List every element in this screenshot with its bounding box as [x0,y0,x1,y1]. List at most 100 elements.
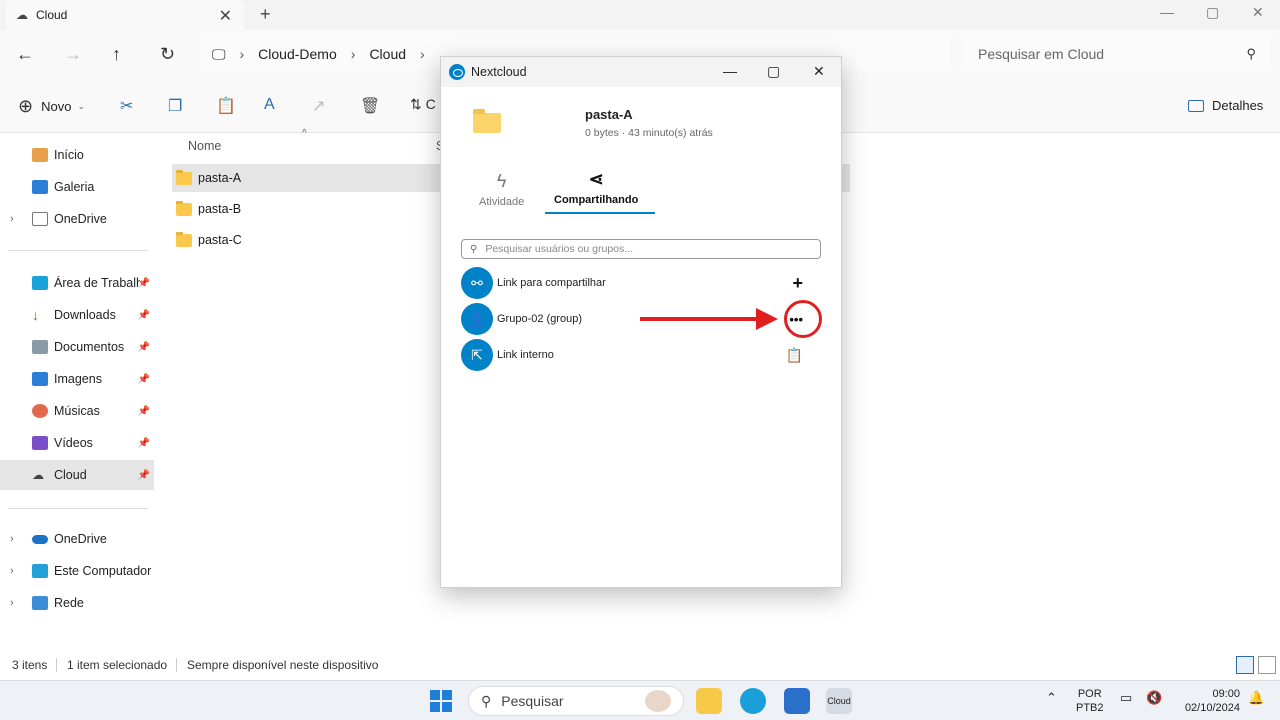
navigation-pane: Início Galeria › OneDrive Área de Trabal… [0,134,156,654]
sidebar-item-music[interactable]: Músicas 📌 [0,396,154,426]
tab-sharing[interactable]: ⋖ Compartilhando [554,169,638,206]
sidebar-item-gallery[interactable]: Galeria [0,172,154,202]
sidebar-item-this-pc[interactable]: › Este Computador [0,556,154,586]
sidebar-item-label: Início [54,148,84,162]
folder-icon [473,109,501,133]
divider [176,658,177,672]
add-link-button[interactable]: + [792,273,803,294]
breadcrumb-item[interactable]: Cloud-Demo [258,46,337,62]
sidebar-item-desktop[interactable]: Área de Trabalho 📌 [0,268,154,298]
sidebar-item-home[interactable]: Início [0,140,154,170]
maximize-button[interactable]: ▢ [1206,4,1219,21]
lightning-icon: ϟ [496,171,507,191]
notification-bell-icon[interactable]: 🔔 [1248,691,1264,705]
search-input[interactable]: Pesquisar em Cloud ⚲ [964,38,1270,70]
details-pane-icon [1188,99,1204,112]
edge-browser-icon[interactable] [740,688,766,714]
minimize-button[interactable]: — [1160,4,1174,20]
share-link-row[interactable]: ⚯ Link para compartilhar + [461,267,821,299]
refresh-icon[interactable]: ↻ [160,44,175,65]
back-arrow-icon[interactable]: ← [16,44,34,65]
details-view-icon[interactable] [1236,656,1254,674]
gallery-icon [32,180,48,194]
file-explorer-icon[interactable] [696,688,722,714]
forward-arrow-icon[interactable]: → [64,44,82,65]
file-name: pasta-A [198,171,242,185]
pin-icon: 📌 [137,277,150,289]
details-button[interactable]: Detalhes [1188,98,1263,113]
cloud-app-icon[interactable]: Cloud [826,688,852,714]
tiles-view-icon[interactable] [1258,656,1276,674]
rename-icon[interactable]: A [264,96,275,114]
sidebar-item-cloud[interactable]: ☁ Cloud 📌 [0,460,154,490]
maximize-button[interactable]: ▢ [767,63,780,80]
cloud-app-label: Cloud [827,696,851,706]
internal-link-row[interactable]: ⇱ Link interno 📋 [461,339,821,371]
network-icon [32,596,48,610]
pin-icon: 📌 [137,469,150,481]
share-label: Grupo-02 (group) [497,313,582,325]
windows-start-icon[interactable] [430,690,452,712]
store-icon[interactable] [784,688,810,714]
sort-label: C [425,96,436,112]
sidebar-item-onedrive-personal[interactable]: › OneDrive [0,204,154,234]
chevron-right-icon[interactable]: › [10,533,14,545]
sidebar-item-pictures[interactable]: Imagens 📌 [0,364,154,394]
search-icon: ⚲ [1246,46,1256,61]
cut-icon[interactable]: ✂ [120,96,133,116]
paste-icon[interactable]: 📋 [216,96,236,116]
chevron-up-icon[interactable]: ⌃ [1046,691,1057,705]
link-icon: ⚯ [461,267,493,299]
sidebar-item-onedrive[interactable]: › OneDrive [0,524,154,554]
plus-icon: ⊕ [18,96,34,116]
availability-status: Sempre disponível neste dispositivo [187,658,379,672]
chevron-right-icon[interactable]: › [10,213,14,225]
minimize-button[interactable]: — [723,63,737,79]
chevron-right-icon[interactable]: › [10,565,14,577]
annotation-arrow-head [756,308,778,330]
sidebar-item-videos[interactable]: Vídeos 📌 [0,428,154,458]
sidebar-item-network[interactable]: › Rede [0,588,154,618]
breadcrumb-item[interactable]: Cloud [369,46,406,62]
close-window-button[interactable]: ✕ [1252,4,1264,21]
share-search-input[interactable]: ⚲ Pesquisar usuários ou grupos... [461,239,821,259]
sort-button[interactable]: ⇅ C [410,96,436,113]
sidebar-item-documents[interactable]: Documentos 📌 [0,332,154,362]
new-tab-button[interactable]: + [260,4,271,25]
details-label: Detalhes [1212,98,1264,113]
volume-muted-icon[interactable]: 🔇 [1146,691,1162,705]
divider [56,658,57,672]
sidebar-item-label: Este Computador [54,564,152,578]
network-icon[interactable]: ▭ [1120,691,1132,705]
search-icon: ⚲ [470,243,478,255]
pin-icon: 📌 [137,309,150,321]
group-icon: 👤 [461,303,493,335]
share-label: Link para compartilhar [497,277,606,289]
share-icon[interactable]: ↗ [312,96,325,116]
close-button[interactable]: ✕ [813,63,825,80]
dialog-title: Nextcloud [471,65,527,79]
tab-activity[interactable]: ϟ Atividade [479,171,524,208]
new-button-label: Novo [41,99,72,114]
clock[interactable]: 09:00 02/10/2024 [1178,687,1240,715]
chevron-right-icon[interactable]: › [10,597,14,609]
copy-link-button[interactable]: 📋 [786,347,803,364]
taskbar: ⚲ Pesquisar Cloud ⌃ POR PTB2 ▭ 🔇 09:00 0… [0,680,1280,720]
up-arrow-icon[interactable]: ↑ [112,44,121,65]
column-header-name[interactable]: Nome [188,139,221,153]
chevron-right-icon: › [350,46,356,62]
folder-icon [176,231,192,247]
sort-ascending-icon: ^ [302,128,307,139]
language-indicator[interactable]: POR PTB2 [1076,687,1104,715]
explorer-tab[interactable]: ☁ Cloud ✕ [6,0,244,30]
search-placeholder: Pesquisar em Cloud [978,46,1105,62]
delete-icon[interactable]: 🗑 [360,96,380,116]
new-button[interactable]: ⊕ Novo ⌄ [18,96,85,117]
file-name: pasta-A [585,107,633,122]
sidebar-item-label: OneDrive [54,212,107,226]
search-highlight-icon [645,690,671,712]
copy-icon[interactable]: ❐ [168,96,182,116]
sidebar-item-downloads[interactable]: ↓ Downloads 📌 [0,300,154,330]
taskbar-search[interactable]: ⚲ Pesquisar [468,686,684,716]
close-tab-icon[interactable]: ✕ [219,6,232,26]
